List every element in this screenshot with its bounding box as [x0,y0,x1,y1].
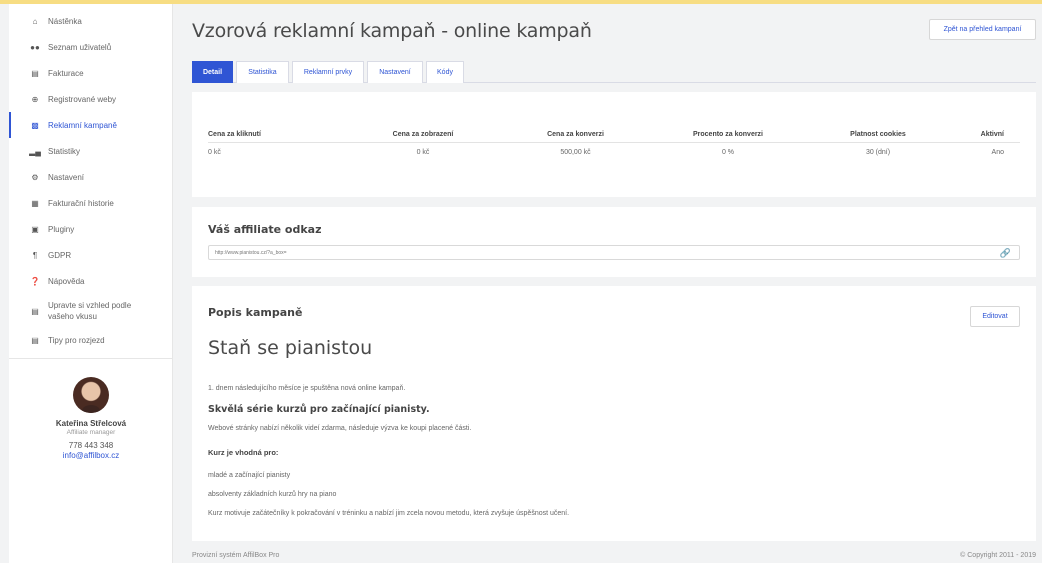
footer-product-name: Provizní systém AffilBox Pro [192,552,280,559]
sidebar-item-label: Nastavení [48,172,85,182]
col-header-percent: Procento za konverzi [653,128,803,143]
paragraph-icon: ¶ [32,250,38,260]
campaign-stats-table: Cena za kliknutí Cena za zobrazení Cena … [208,128,1020,162]
manager-phone: 778 443 348 [68,441,114,450]
manager-name: Kateřina Střelcová [55,419,127,428]
cell-active: Ano [991,148,1004,156]
sidebar: ⌂ Nástěnka ●● Seznam uživatelů ▤ Faktura… [9,4,173,563]
tab-reklamni-prvky[interactable]: Reklamní prvky [292,61,364,83]
tab-kody[interactable]: Kódy [426,61,464,83]
manager-email-link[interactable]: info@affilbox.cz [9,451,173,460]
affiliate-link-card: Váš affiliate odkaz http://www.pianistou… [192,207,1036,277]
campaign-icon: ▩ [31,120,39,130]
affiliate-link-value: http://www.pianistou.cz/?a_box= [215,249,287,256]
link-icon[interactable]: 🔗 [1000,248,1011,259]
sidebar-item-fakturace[interactable]: ▤ Fakturace [9,60,173,86]
sidebar-item-nastenka[interactable]: ⌂ Nástěnka [9,8,173,34]
plugin-icon: ▣ [31,224,39,234]
sidebar-item-label: Reklamní kampaně [48,120,117,130]
cell-cookies: 30 (dní) [865,148,891,156]
manager-profile: Kateřina Střelcová Affiliate manager 778… [9,377,173,460]
cell-percent: 0 % [721,148,735,156]
help-icon: ❓ [30,276,40,286]
home-icon: ⌂ [32,16,38,26]
description-heading: Popis kampaně [208,306,303,319]
edit-button[interactable]: Editovat [970,306,1020,327]
tab-nastaveni[interactable]: Nastavení [367,61,423,83]
col-header-cookies: Platnost cookies [803,128,953,143]
tab-detail[interactable]: Detail [192,61,233,83]
sidebar-item-pluginy[interactable]: ▣ Pluginy [9,216,173,242]
sidebar-item-label: Fakturace [48,68,84,78]
sidebar-divider [9,358,173,359]
cell-cpc: 0 kč [208,148,221,156]
col-header-active: Aktivní [953,128,1020,143]
table-header-row: Cena za kliknutí Cena za zobrazení Cena … [208,128,1020,143]
list-item: mladé a začínající pianisty [208,472,291,479]
sidebar-item-label: Pluginy [48,224,75,234]
globe-icon: ⊕ [31,94,39,104]
invoice-icon: ▤ [31,68,39,78]
description-line: Kurz motivuje začátečníky k pokračování … [208,510,570,517]
table-row: 0 kč 0 kč 500,00 kč 0 % 30 (dní) Ano [208,142,1020,162]
affiliate-heading: Váš affiliate odkaz [208,223,322,236]
calendar-icon: ▦ [31,198,39,208]
sidebar-item-tipy[interactable]: ▤ Tipy pro rozjezd [9,327,173,353]
sidebar-item-label: Tipy pro rozjezd [48,335,105,345]
sidebar-item-label: Statistiky [48,146,81,156]
back-to-campaigns-button[interactable]: Zpět na přehled kampaní [929,19,1036,40]
manager-role: Affiliate manager [66,429,116,436]
tips-icon: ▤ [31,335,39,345]
bar-chart-icon: ▂▄ [29,146,41,156]
tab-bar: Detail Statistika Reklamní prvky Nastave… [192,61,1036,83]
description-line: Webové stránky nabízí několik videí zdar… [208,425,472,432]
gear-icon: ⚙ [31,172,39,182]
sidebar-item-statistiky[interactable]: ▂▄ Statistiky [9,138,173,164]
description-line: 1. dnem následujícího měsíce je spuštěna… [208,385,406,392]
sidebar-item-label: Nápověda [48,276,85,286]
page-title: Vzorová reklamní kampaň - online kampaň [192,20,592,42]
users-icon: ●● [30,42,40,52]
col-header-cpc: Cena za kliknutí [208,128,348,143]
sidebar-item-users[interactable]: ●● Seznam uživatelů [9,34,173,60]
sidebar-item-label: GDPR [48,250,72,260]
avatar [73,377,109,413]
sidebar-item-gdpr[interactable]: ¶ GDPR [9,242,173,268]
description-title: Staň se pianistou [208,337,373,359]
cell-cpa: 500,00 kč [560,148,591,156]
campaign-stats-card: Cena za kliknutí Cena za zobrazení Cena … [192,92,1036,197]
list-item: absolventy základních kurzů hry na piano [208,491,337,498]
campaign-description-card: Popis kampaně Editovat Staň se pianistou… [192,286,1036,541]
sidebar-item-vzhled[interactable]: ▤ Upravte si vzhled podle vašeho vkusu [9,294,173,328]
description-subheading: Skvělá série kurzů pro začínající pianis… [208,404,430,415]
sidebar-item-napoveda[interactable]: ❓ Nápověda [9,268,173,294]
sidebar-item-label: Upravte si vzhled podle vašeho vkusu [48,301,132,321]
suitable-heading: Kurz je vhodná pro: [208,448,279,457]
sidebar-item-nastaveni[interactable]: ⚙ Nastavení [9,164,173,190]
footer-copyright: © Copyright 2011 - 2019 [960,552,1036,559]
sidebar-item-label: Registrované weby [48,94,117,104]
sidebar-item-label: Seznam uživatelů [48,42,112,52]
sidebar-item-label: Fakturační historie [48,198,114,208]
sidebar-item-label: Nástěnka [48,16,82,26]
affiliate-link-field[interactable]: http://www.pianistou.cz/?a_box= 🔗 [208,245,1020,260]
sidebar-item-kampane[interactable]: ▩ Reklamní kampaně [9,112,173,138]
cell-cpm: 0 kč [416,148,430,156]
col-header-cpm: Cena za zobrazení [348,128,498,143]
col-header-cpa: Cena za konverzi [498,128,653,143]
sidebar-item-historie[interactable]: ▦ Fakturační historie [9,190,173,216]
appearance-icon: ▤ [31,306,39,316]
sidebar-item-weby[interactable]: ⊕ Registrované weby [9,86,173,112]
tab-statistika[interactable]: Statistika [236,61,289,83]
